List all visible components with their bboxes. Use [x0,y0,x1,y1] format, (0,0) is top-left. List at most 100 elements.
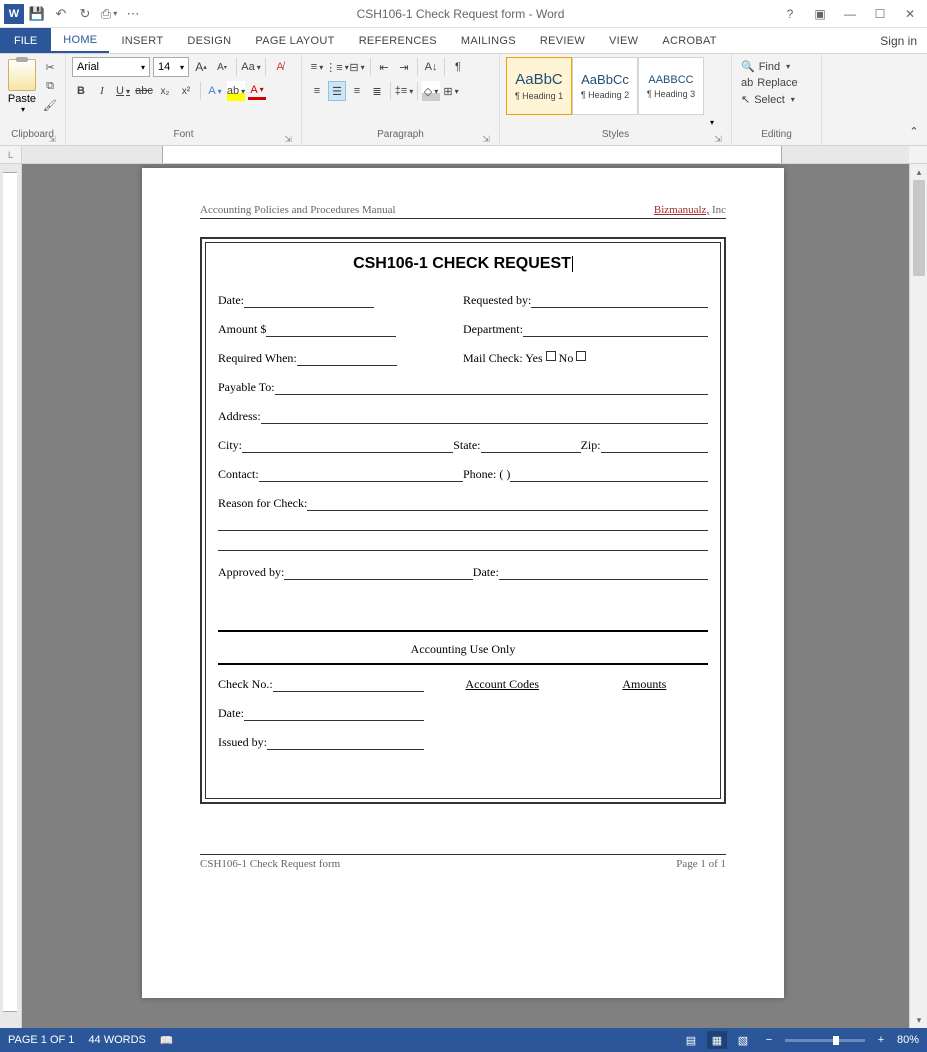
yes-checkbox [546,351,556,361]
copy-icon[interactable]: ⧉ [41,78,59,94]
justify-icon[interactable]: ≣ [368,81,386,101]
page-indicator[interactable]: PAGE 1 OF 1 [8,1034,74,1047]
ruler-corner[interactable]: L [0,146,22,163]
multilevel-list-icon[interactable]: ⊟▾ [348,57,366,77]
shading-icon[interactable]: ◇▾ [422,81,440,101]
vertical-scrollbar[interactable]: ▴ ▾ [909,164,927,1028]
highlight-icon[interactable]: ab▾ [227,81,245,101]
show-hide-icon[interactable]: ¶ [449,57,467,77]
borders-icon[interactable]: ⊞▾ [442,81,460,101]
font-size-combo[interactable]: 14▾ [153,57,189,77]
style-heading-2[interactable]: AaBbCc ¶ Heading 2 [572,57,638,115]
ribbon-display-icon[interactable]: ▣ [807,3,833,25]
form-box: CSH106-1 CHECK REQUEST Date: Requested b… [200,237,726,804]
group-label: Editing [761,129,792,140]
tab-pagelayout[interactable]: PAGE LAYOUT [243,28,346,53]
italic-button[interactable]: I [93,81,111,101]
subscript-button[interactable]: x₂ [156,81,174,101]
dialog-launcher-icon[interactable]: ⇲ [47,134,57,144]
select-button[interactable]: ↖Select▾ [738,92,801,107]
decrease-indent-icon[interactable]: ⇤ [375,57,393,77]
scroll-up-icon[interactable]: ▴ [910,164,927,180]
dialog-launcher-icon[interactable]: ⇲ [283,134,293,144]
replace-button[interactable]: abReplace [738,76,801,90]
ribbon-tabs: FILE HOME INSERT DESIGN PAGE LAYOUT REFE… [0,28,927,54]
tab-references[interactable]: REFERENCES [347,28,449,53]
tab-insert[interactable]: INSERT [109,28,175,53]
cut-icon[interactable]: ✂ [41,59,59,75]
help-icon[interactable]: ? [777,3,803,25]
group-label: Font [173,129,193,140]
ruler-horizontal[interactable]: L [0,146,927,164]
doc-header: Accounting Policies and Procedures Manua… [200,204,726,219]
save-icon[interactable]: 💾 [26,3,48,25]
maximize-icon[interactable]: ☐ [867,3,893,25]
bold-button[interactable]: B [72,81,90,101]
document-canvas[interactable]: Accounting Policies and Procedures Manua… [22,164,909,1028]
scroll-down-icon[interactable]: ▾ [910,1012,927,1028]
doc-footer: CSH106-1 Check Request form Page 1 of 1 [200,854,726,870]
quick-print-icon[interactable]: ⎙▾ [98,3,120,25]
tab-design[interactable]: DESIGN [175,28,243,53]
clear-formatting-icon[interactable]: A̸ [271,57,289,77]
tab-review[interactable]: REVIEW [528,28,597,53]
tab-acrobat[interactable]: ACROBAT [650,28,728,53]
statusbar: PAGE 1 OF 1 44 WORDS 📖 ▤ ▦ ▧ − + 80% [0,1028,927,1052]
ruler-vertical[interactable] [0,164,22,1028]
increase-indent-icon[interactable]: ⇥ [395,57,413,77]
numbering-icon[interactable]: ⋮≡▾ [328,57,346,77]
zoom-slider[interactable] [785,1039,865,1042]
amounts-header: Amounts [622,677,666,692]
tab-view[interactable]: VIEW [597,28,650,53]
no-checkbox [576,351,586,361]
paste-button[interactable]: Paste ▾ [6,57,38,129]
zoom-level[interactable]: 80% [897,1034,919,1046]
redo-icon[interactable]: ↻ [74,3,96,25]
grow-font-icon[interactable]: A▴ [192,57,210,77]
collapse-ribbon-icon[interactable]: ⌃ [905,121,923,141]
group-editing: 🔍Find▾ abReplace ↖Select▾ Editing [732,54,822,145]
dialog-launcher-icon[interactable]: ⇲ [713,134,723,144]
style-heading-3[interactable]: AABBCC ¶ Heading 3 [638,57,704,115]
qat-customize-icon[interactable]: ⋯ [122,3,144,25]
bullets-icon[interactable]: ≡▾ [308,57,326,77]
shrink-font-icon[interactable]: A▾ [213,57,231,77]
scroll-thumb[interactable] [913,180,925,276]
sign-in-link[interactable]: Sign in [870,28,927,53]
undo-icon[interactable]: ↶ [50,3,72,25]
change-case-icon[interactable]: Aa▾ [242,57,260,77]
sort-icon[interactable]: A↓ [422,57,440,77]
titlebar: W 💾 ↶ ↻ ⎙▾ ⋯ CSH106-1 Check Request form… [0,0,927,28]
minimize-icon[interactable]: — [837,3,863,25]
tab-mailings[interactable]: MAILINGS [449,28,528,53]
form-title: CSH106-1 CHECK REQUEST [218,255,708,273]
format-painter-icon[interactable]: 🖌 [41,97,59,113]
strikethrough-button[interactable]: abc [135,81,153,101]
spell-check-icon[interactable]: 📖 [160,1034,174,1047]
ribbon: Paste ▾ ✂ ⧉ 🖌 Clipboard⇲ Arial▾ 14▾ A▴ A… [0,54,927,146]
close-icon[interactable]: ✕ [897,3,923,25]
tab-file[interactable]: FILE [0,28,51,53]
page[interactable]: Accounting Policies and Procedures Manua… [142,168,784,998]
align-center-icon[interactable]: ☰ [328,81,346,101]
word-count[interactable]: 44 WORDS [88,1034,145,1047]
group-styles: AaBbC ¶ Heading 1 AaBbCc ¶ Heading 2 AAB… [500,54,732,145]
line-spacing-icon[interactable]: ‡≡▾ [395,81,413,101]
font-color-icon[interactable]: A▾ [248,83,266,100]
find-icon: 🔍 [741,60,755,73]
group-paragraph: ≡▾ ⋮≡▾ ⊟▾ ⇤ ⇥ A↓ ¶ ≡ ☰ ≡ ≣ ‡ [302,54,500,145]
account-codes-header: Account Codes [465,677,539,692]
align-left-icon[interactable]: ≡ [308,81,326,101]
replace-icon: ab [741,77,753,89]
dialog-launcher-icon[interactable]: ⇲ [481,134,491,144]
text-effects-icon[interactable]: A▾ [206,81,224,101]
superscript-button[interactable]: x² [177,81,195,101]
tab-home[interactable]: HOME [51,28,109,53]
text-cursor [572,256,573,272]
find-button[interactable]: 🔍Find▾ [738,59,801,74]
styles-more-icon[interactable]: ▾ [704,57,718,129]
underline-button[interactable]: U▾ [114,81,132,101]
align-right-icon[interactable]: ≡ [348,81,366,101]
style-heading-1[interactable]: AaBbC ¶ Heading 1 [506,57,572,115]
font-name-combo[interactable]: Arial▾ [72,57,150,77]
